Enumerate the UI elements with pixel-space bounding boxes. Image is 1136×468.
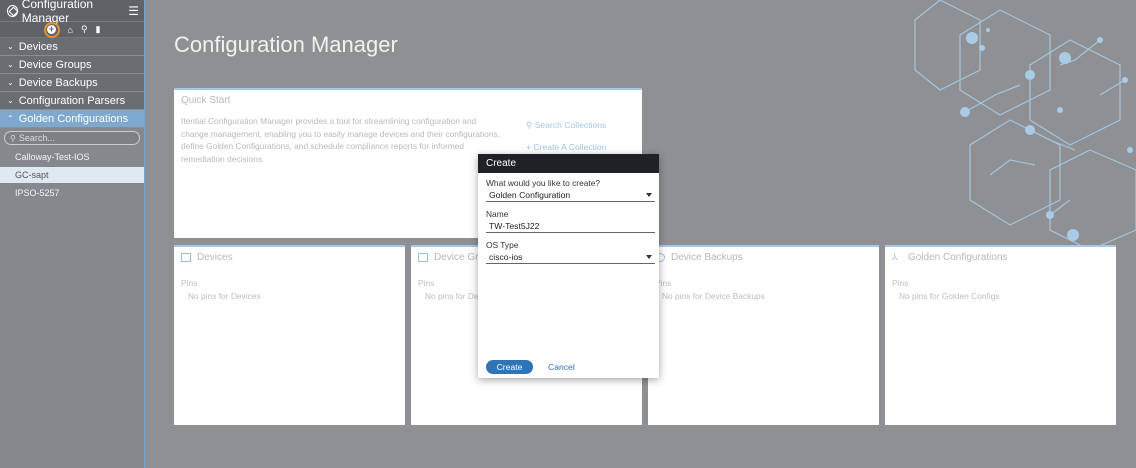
name-value: TW-Test5J22 [489, 220, 540, 231]
home-icon[interactable]: ⌂ [68, 25, 73, 35]
section-label: Golden Configurations [18, 112, 129, 125]
document-icon[interactable]: ▮ [96, 24, 101, 35]
empty-pins-text: No pins for Golden Configs [899, 291, 1000, 301]
pins-label: Pins [418, 278, 435, 288]
golden-configurations-card: ⅄ Golden Configurations Pins No pins for … [885, 245, 1116, 425]
sidebar-section-device-groups[interactable]: ⌄ Device Groups [0, 56, 144, 74]
chevron-down-icon: ⌄ [7, 42, 14, 51]
sidebar-section-device-backups[interactable]: ⌄ Device Backups [0, 74, 144, 92]
search-icon: ⚲ [10, 133, 16, 143]
create-collection-link[interactable]: + Create A Collection [526, 142, 607, 152]
link-label: Search Collections [534, 120, 607, 130]
create-type-value: Golden Configuration [489, 189, 571, 200]
dropdown-caret-icon [646, 192, 652, 197]
sidebar-item-calloway-test-ios[interactable]: Calloway-Test-IOS [0, 149, 144, 165]
pins-label: Pins [892, 278, 909, 288]
quick-start-description: Itential Configuration Manager provides … [181, 116, 500, 164]
create-type-label: What would you like to create? [486, 178, 601, 188]
section-label: Device Backups [18, 76, 98, 89]
search-icon: ⚲ [526, 120, 535, 130]
link-label: Create A Collection [533, 142, 607, 152]
section-label: Devices [18, 40, 58, 53]
sidebar-section-devices[interactable]: ⌄ Devices [0, 38, 144, 56]
page-title: Configuration Manager [174, 32, 398, 57]
plus-icon: + [47, 24, 56, 34]
network-decoration [914, 0, 1136, 250]
app-title: Configuration Manager [21, 0, 94, 25]
pins-label: Pins [181, 278, 198, 288]
section-label: Configuration Parsers [18, 94, 126, 107]
search-placeholder: Search... [18, 133, 55, 143]
search-collections-link[interactable]: ⚲ Search Collections [526, 120, 606, 131]
create-button[interactable]: Create [486, 360, 533, 374]
card-title: Device Backups [671, 252, 743, 263]
section-label: Device Groups [18, 58, 92, 71]
dialog-title: Create [478, 154, 659, 173]
search-icon[interactable]: ⚲ [81, 24, 88, 35]
app-logo-icon [7, 4, 18, 17]
empty-pins-text: No pins for Device Backups [662, 291, 765, 301]
dropdown-caret-icon [646, 254, 652, 259]
sidebar-item-gc-sapt[interactable]: GC-sapt [0, 167, 144, 183]
add-button[interactable]: + [43, 21, 60, 38]
card-title: Golden Configurations [908, 252, 1008, 263]
list-icon [418, 253, 428, 262]
os-type-select[interactable]: cisco-ios [486, 250, 655, 264]
create-dialog: Create What would you like to create? Go… [478, 154, 659, 378]
name-label: Name [486, 209, 509, 219]
sidebar: Configuration Manager ☰ + ⌂ ⚲ ▮ ⌄ Devices… [0, 0, 145, 468]
create-type-select[interactable]: Golden Configuration [486, 188, 655, 202]
sidebar-section-configuration-parsers[interactable]: ⌄ Configuration Parsers [0, 92, 144, 110]
device-backups-card: Device Backups Pins No pins for Device B… [648, 245, 879, 425]
chevron-down-icon: ⌄ [7, 78, 14, 87]
sidebar-search-input[interactable]: ⚲ Search... [4, 131, 140, 145]
hamburger-menu-icon[interactable]: ☰ [128, 4, 139, 18]
cancel-button[interactable]: Cancel [548, 360, 575, 374]
network-icon: ⅄ [892, 252, 898, 262]
card-title: Devices [197, 252, 233, 263]
chevron-down-icon: ⌄ [7, 60, 14, 69]
os-type-label: OS Type [486, 240, 519, 250]
sidebar-item-ipso-5257[interactable]: IPSO-5257 [0, 185, 144, 201]
chevron-up-icon: ⌃ [7, 114, 14, 123]
name-input[interactable]: TW-Test5J22 [486, 219, 655, 233]
sidebar-section-golden-configurations[interactable]: ⌃ Golden Configurations [0, 110, 144, 128]
chevron-down-icon: ⌄ [7, 96, 14, 105]
empty-pins-text: No pins for Devices [188, 291, 261, 301]
devices-card: Devices Pins No pins for Devices [174, 245, 405, 425]
quick-start-title: Quick Start [181, 95, 231, 106]
os-type-value: cisco-ios [489, 251, 523, 262]
sidebar-header: Configuration Manager ☰ [0, 0, 144, 25]
devices-icon [181, 253, 191, 262]
